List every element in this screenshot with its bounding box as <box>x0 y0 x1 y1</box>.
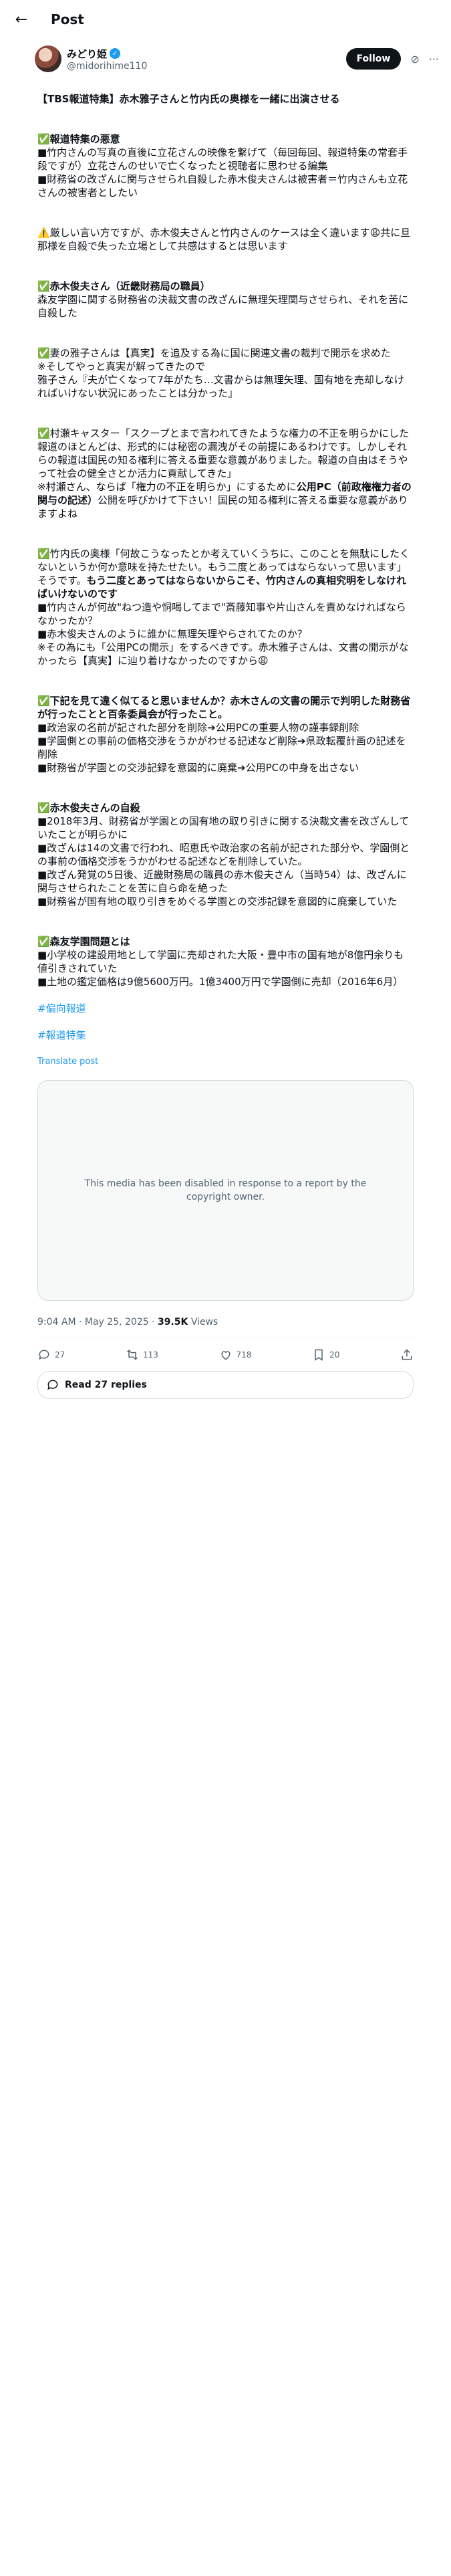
action-bar: 27 113 718 20 <box>37 1348 414 1362</box>
share-icon <box>402 1349 412 1360</box>
reply-bubble-icon <box>47 1380 58 1390</box>
reply-icon <box>39 1350 49 1360</box>
hashtag-link[interactable]: #報道特集 <box>37 1029 414 1042</box>
post-meta: 9:04 AM · May 25, 2025 · 39.5K Views <box>37 1317 414 1327</box>
display-name[interactable]: みどり姫 ✓ <box>67 47 346 61</box>
section-warning: ⚠️厳しい言い方ですが、赤木俊夫さんと竹内さんのケースは全く違います😩共に旦那様… <box>37 227 411 252</box>
author-row: みどり姫 ✓ @midorihime110 Follow ⊘ ··· <box>0 39 451 79</box>
bookmark-count: 20 <box>329 1350 340 1360</box>
section-heading: ✅報道特集の悪意 <box>37 133 120 145</box>
follow-button[interactable]: Follow <box>345 48 402 70</box>
reply-button[interactable]: 27 <box>37 1348 65 1362</box>
section-murase: ✅村瀬キャスター「スクープとまで言われてきたような権力の不正を明らかにした報道の… <box>37 427 414 520</box>
top-bar: ← Post <box>0 0 451 39</box>
section-bold-text: もう二度とあってはならないからこそ、竹内さんの真相究明をしなければいけないのです <box>37 574 407 600</box>
section-heading: ✅赤木俊夫さんの自殺 <box>37 802 140 814</box>
like-button[interactable]: 718 <box>219 1348 252 1362</box>
views-count: 39.5K <box>157 1317 188 1327</box>
translate-post-link[interactable]: Translate post <box>37 1057 451 1067</box>
section-moritomo: ✅森友学園問題とは ■小学校の建設用地として学園に売却された大阪・豊中市の国有地… <box>37 935 414 988</box>
section-heading: ✅下記を見て違く似てると思いませんか？赤木さんの文書の開示で判明した財務省が行っ… <box>37 695 411 720</box>
section-takeuchi: ✅竹内氏の奥様「何故こうなったとか考えていくうちに、このことを無駄にしたくないと… <box>37 547 414 667</box>
repost-button[interactable]: 113 <box>126 1348 158 1362</box>
reply-count: 27 <box>55 1350 65 1360</box>
section-media-bias: ✅報道特集の悪意 ■竹内さんの写真の直後に立花さんの映像を繋げて（毎回毎回、報道… <box>37 132 414 199</box>
section-text: ■政治家の名前が記された部分を削除➔公用PCの重要人物の謹事録削除 ■学園側との… <box>37 722 406 774</box>
section-masako: ✅妻の雅子さんは【真実】を追及する為に国に関連文書の裁判で開示を求めた ※そして… <box>37 347 404 399</box>
read-replies-button[interactable]: Read 27 replies <box>37 1371 414 1399</box>
back-arrow-icon[interactable]: ← <box>9 7 33 31</box>
section-akagi: ✅赤木俊夫さん（近畿財務局の職員） 森友学園に関する財務省の決裁文書の改ざんに無… <box>37 280 414 320</box>
section-text: 森友学園に関する財務省の決裁文書の改ざんに無理矢理関与させられ、それを苦に自殺し… <box>37 294 409 319</box>
share-button[interactable] <box>400 1348 414 1362</box>
repost-count: 113 <box>142 1350 158 1360</box>
section-text: ■竹内さんの写真の直後に立花さんの映像を繋げて（毎回毎回、報道特集の常套手段です… <box>37 146 408 199</box>
verified-badge-icon: ✓ <box>110 48 121 59</box>
bookmark-button[interactable]: 20 <box>312 1348 339 1362</box>
section-text: ■小学校の建設用地として学園に売却された大阪・豊中市の国有地が8億円余りも値引き… <box>37 949 404 988</box>
post-body: 【TBS報道特集】赤木雅子さんと竹内氏の奥様を一緒に出演させる ✅報道特集の悪意… <box>0 79 451 1055</box>
page-title: Post <box>51 11 84 27</box>
hashtag-link[interactable]: #偏向報道 <box>37 1002 414 1015</box>
section-text: ■竹内さんが何故"ねつ造や恫喝してまで"斎藤知事や片山さんを責めなければならなか… <box>37 601 409 667</box>
more-options-icon[interactable]: ··· <box>429 53 439 66</box>
section-comparison: ✅下記を見て違く似てると思いませんか？赤木さんの文書の開示で判明した財務省が行っ… <box>37 694 414 774</box>
user-handle[interactable]: @midorihime110 <box>67 61 346 72</box>
post-timestamp[interactable]: 9:04 AM · May 25, 2025 · <box>37 1317 158 1327</box>
disabled-media-notice: This media has been disabled in response… <box>37 1080 414 1301</box>
section-suicide: ✅赤木俊夫さんの自殺 ■2018年3月、財務省が学園との国有地の取り引きに関する… <box>37 801 414 908</box>
display-name-text[interactable]: みどり姫 <box>67 47 107 61</box>
author-names: みどり姫 ✓ @midorihime110 <box>67 47 346 72</box>
bookmark-icon <box>315 1349 323 1361</box>
views-label: Views <box>188 1317 218 1327</box>
post-title: 【TBS報道特集】赤木雅子さんと竹内氏の奥様を一緒に出演させる <box>37 93 340 105</box>
avatar[interactable] <box>35 45 61 72</box>
section-heading: ✅赤木俊夫さん（近畿財務局の職員） <box>37 280 210 292</box>
read-replies-label: Read 27 replies <box>65 1380 147 1390</box>
grok-icon[interactable]: ⊘ <box>410 53 419 66</box>
like-count: 718 <box>236 1350 252 1360</box>
section-heading: ✅森友学園問題とは <box>37 936 130 948</box>
heart-icon <box>220 1351 231 1360</box>
section-text: ■2018年3月、財務省が学園との国有地の取り引きに関する決裁文書を改ざんしてい… <box>37 815 410 907</box>
repost-icon <box>126 1350 138 1360</box>
